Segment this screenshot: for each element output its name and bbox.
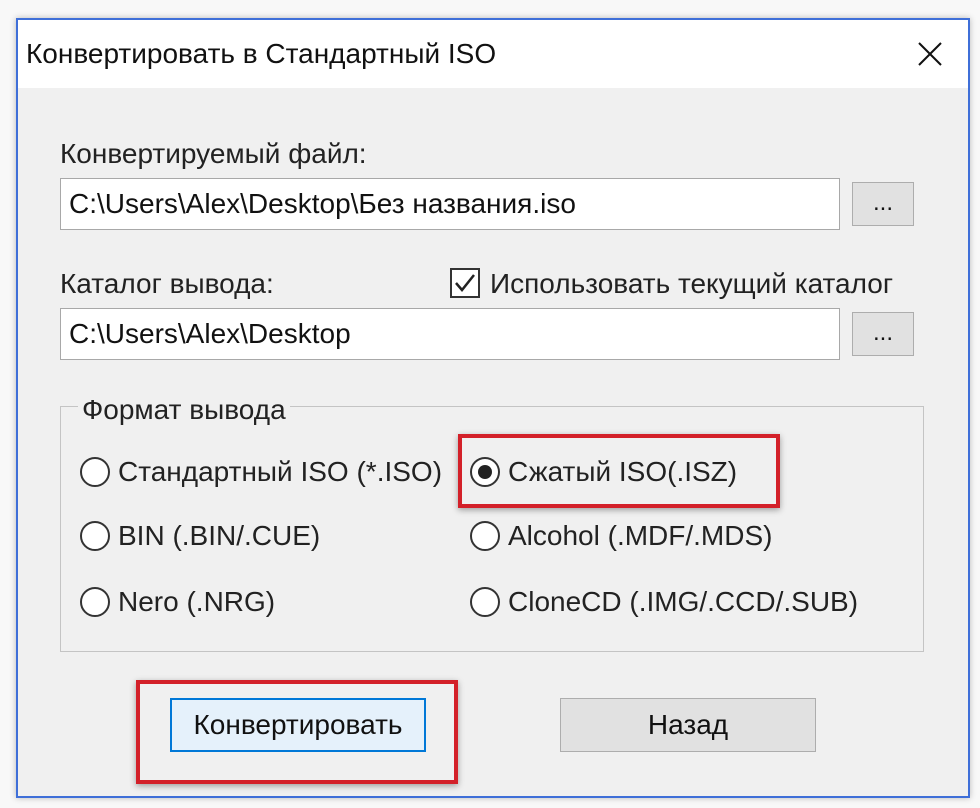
- format-option-iso[interactable]: Стандартный ISO (*.ISO): [80, 456, 442, 488]
- format-option-label: Стандартный ISO (*.ISO): [118, 456, 443, 487]
- isz-highlight-box: [458, 434, 780, 508]
- output-dir-label: Каталог вывода:: [60, 268, 274, 299]
- close-button[interactable]: [892, 20, 968, 88]
- convert-dialog: Конвертировать в Стандартный ISO Конверт…: [16, 18, 970, 798]
- format-option-label: BIN (.BIN/.CUE): [118, 520, 321, 551]
- checkmark-icon: [455, 274, 475, 292]
- format-option-clonecd[interactable]: CloneCD (.IMG/.CCD/.SUB): [470, 586, 858, 618]
- format-option-label: CloneCD (.IMG/.CCD/.SUB): [508, 586, 859, 617]
- format-option-label: Alcohol (.MDF/.MDS): [508, 520, 773, 551]
- window-title: Конвертировать в Стандартный ISO: [26, 38, 497, 69]
- format-option-nero[interactable]: Nero (.NRG): [80, 586, 275, 618]
- browse-output-button[interactable]: ...: [852, 312, 914, 356]
- title-bar: Конвертировать в Стандартный ISO: [18, 20, 968, 88]
- output-format-legend: Формат вывода: [78, 394, 290, 426]
- use-current-dir-checkbox[interactable]: [450, 268, 480, 298]
- convert-highlight-box: [136, 680, 458, 784]
- format-option-alcohol[interactable]: Alcohol (.MDF/.MDS): [470, 520, 772, 552]
- close-icon: [918, 42, 942, 66]
- back-button[interactable]: Назад: [560, 698, 816, 752]
- radio-button[interactable]: [470, 521, 500, 551]
- radio-button[interactable]: [80, 457, 110, 487]
- format-option-label: Nero (.NRG): [118, 586, 276, 617]
- output-dir-field[interactable]: C:\Users\Alex\Desktop: [60, 308, 840, 360]
- source-file-field[interactable]: C:\Users\Alex\Desktop\Без названия.iso: [60, 178, 840, 230]
- radio-button[interactable]: [80, 521, 110, 551]
- browse-source-button[interactable]: ...: [852, 182, 914, 226]
- use-current-dir-label[interactable]: Использовать текущий каталог: [490, 268, 893, 300]
- radio-button[interactable]: [80, 587, 110, 617]
- format-option-bin[interactable]: BIN (.BIN/.CUE): [80, 520, 320, 552]
- source-file-label: Конвертируемый файл:: [60, 138, 367, 169]
- radio-button[interactable]: [470, 587, 500, 617]
